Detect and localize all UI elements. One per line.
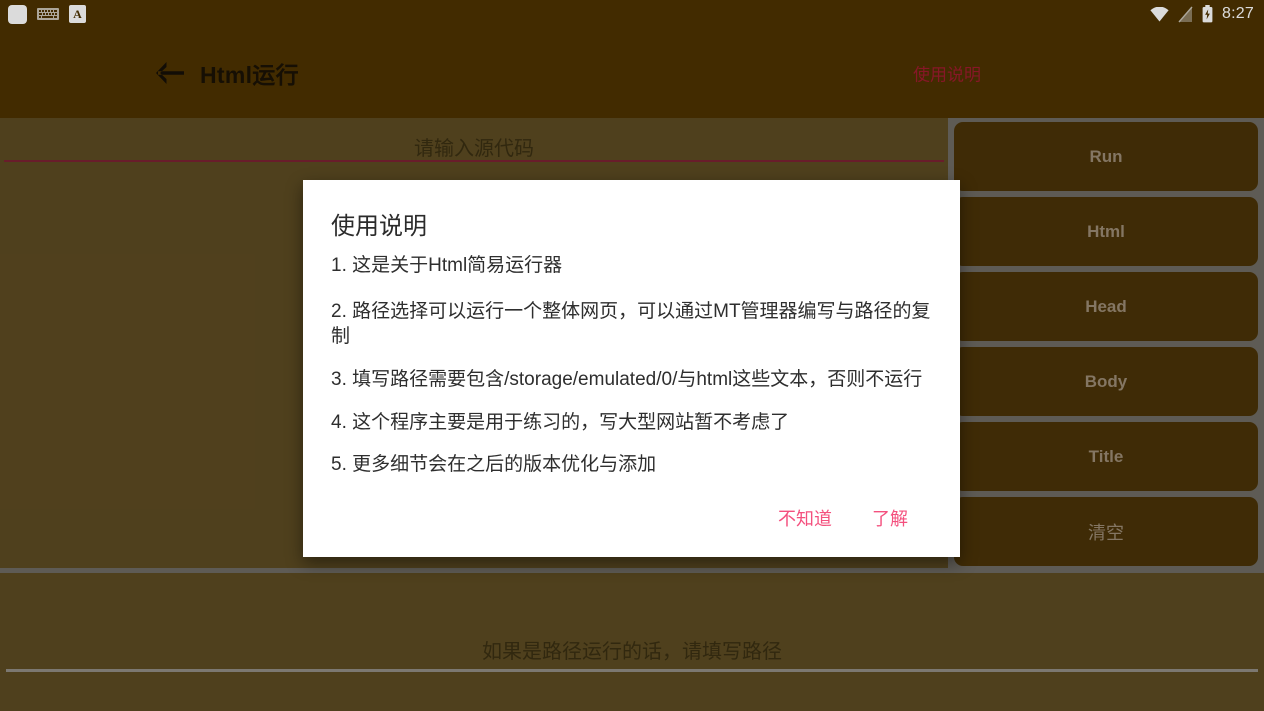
dialog-line: 3. 填写路径需要包含/storage/emulated/0/与html这些文本… bbox=[331, 368, 923, 390]
dialog-line: 1. 这是关于Html简易运行器 bbox=[331, 255, 563, 276]
dialog-title: 使用说明 bbox=[331, 213, 427, 240]
dialog-body: 1. 这是关于Html简易运行器 2. 路径选择可以运行一个整体网页，可以通过M… bbox=[331, 253, 932, 501]
dialog-actions: 不知道 了解 bbox=[331, 501, 932, 557]
dialog-line: 5. 更多细节会在之后的版本优化与添加 bbox=[331, 454, 657, 476]
dialog-positive-button[interactable]: 了解 bbox=[870, 501, 910, 535]
help-dialog: 使用说明 1. 这是关于Html简易运行器 2. 路径选择可以运行一个整体网页，… bbox=[303, 180, 960, 557]
dialog-negative-button[interactable]: 不知道 bbox=[776, 501, 834, 535]
dialog-line: 2. 路径选择可以运行一个整体网页，可以通过MT管理器编写与路径的复制 bbox=[331, 300, 931, 348]
dialog-line: 4. 这个程序主要是用于练习的，写大型网站暂不考虑了 bbox=[331, 411, 790, 433]
